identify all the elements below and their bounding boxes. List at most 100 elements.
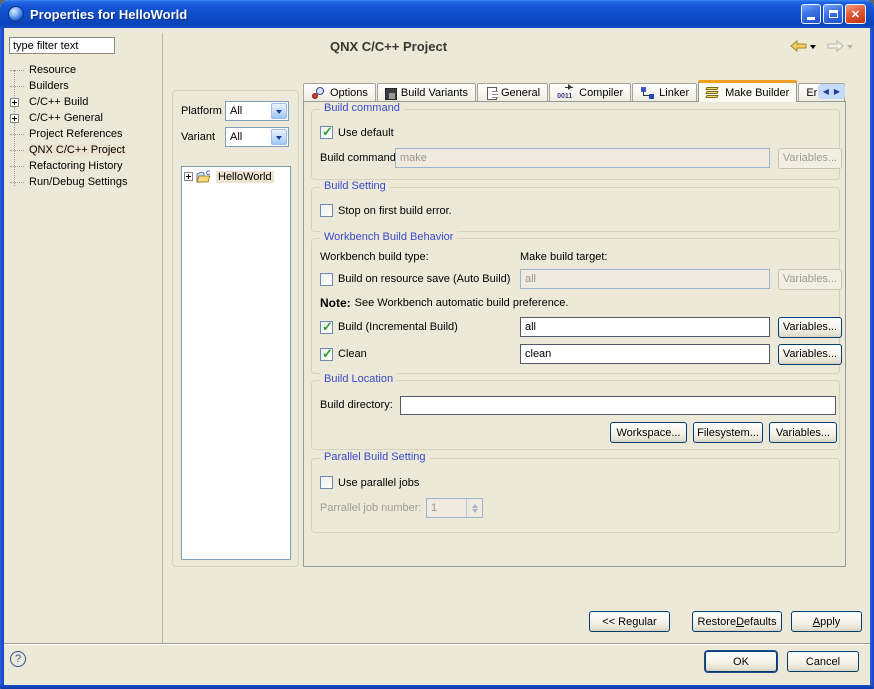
restore-defaults-button[interactable]: Restore Defaults [692, 611, 782, 632]
tab-scroller: ◀ ▶ [818, 84, 845, 99]
apply-button[interactable]: Apply [791, 611, 862, 632]
tab-bar: Options Build Variants General 0011 Comp… [303, 80, 846, 102]
tab-make-builder[interactable]: Make Builder [698, 80, 797, 102]
linker-icon [640, 86, 655, 100]
clean-label: Clean [338, 348, 367, 360]
close-button[interactable]: ✕ [845, 4, 866, 24]
tree-stub [10, 134, 24, 135]
properties-dialog: Properties for HelloWorld ✕ Resource Bui… [0, 0, 874, 689]
variables-button: Variables... [778, 148, 842, 169]
sidebar-item-resource[interactable]: Resource [6, 62, 158, 78]
group-title: Build command [320, 102, 404, 114]
tree-stub [10, 182, 24, 183]
parallel-job-number-label: Parrallel job number: [320, 502, 422, 514]
parallel-job-number-stepper: 1 [426, 498, 483, 518]
tab-options[interactable]: Options [303, 83, 376, 102]
tab-build-variants[interactable]: Build Variants [377, 83, 476, 102]
minimize-icon [807, 17, 815, 20]
window-icon[interactable] [8, 6, 24, 22]
maximize-button[interactable] [823, 4, 843, 24]
parallel-build-setting-group: Parallel Build Setting Use parallel jobs… [311, 458, 840, 533]
expand-icon[interactable] [10, 114, 19, 123]
incremental-build-checkbox[interactable] [320, 321, 333, 334]
document-icon [487, 87, 497, 100]
tree-stub [10, 166, 24, 167]
sidebar-item-ccpp-build[interactable]: C/C++ Build [6, 94, 158, 110]
ok-button[interactable]: OK [705, 651, 777, 672]
make-build-target-label: Make build target: [520, 251, 607, 263]
cancel-button[interactable]: Cancel [787, 651, 859, 672]
project-list: C HelloWorld [181, 166, 291, 560]
compiler-icon: 0011 [557, 86, 575, 100]
tab-compiler[interactable]: 0011 Compiler [549, 83, 631, 102]
expand-icon[interactable] [10, 98, 19, 107]
auto-build-checkbox[interactable] [320, 273, 333, 286]
sidebar-item-qnx-ccpp-project[interactable]: QNX C/C++ Project [6, 142, 158, 158]
regular-toggle-button[interactable]: << Regular [589, 611, 670, 632]
build-directory-input[interactable] [400, 396, 836, 415]
tab-linker[interactable]: Linker [632, 83, 697, 102]
tree-stub [10, 86, 24, 87]
incremental-build-target-input[interactable] [520, 317, 770, 337]
variant-label: Variant [181, 131, 225, 143]
filter-input[interactable] [9, 37, 115, 54]
group-title: Parallel Build Setting [320, 451, 430, 463]
question-icon: ? [15, 653, 21, 665]
variables-button[interactable]: Variables... [778, 317, 842, 338]
build-location-group: Build Location Build directory: Workspac… [311, 380, 840, 450]
spinner-down-icon [472, 509, 478, 516]
close-icon: ✕ [851, 8, 860, 21]
sidebar-item-run-debug-settings[interactable]: Run/Debug Settings [6, 174, 158, 190]
options-icon [311, 86, 326, 100]
sidebar-item-ccpp-general[interactable]: C/C++ General [6, 110, 158, 126]
help-button[interactable]: ? [10, 651, 26, 667]
workspace-button[interactable]: Workspace... [610, 422, 687, 443]
make-builder-icon [706, 86, 721, 100]
tree-stub [10, 70, 24, 71]
maximize-icon [829, 10, 838, 18]
footer-separator-highlight [4, 644, 870, 645]
stop-on-error-checkbox[interactable] [320, 204, 333, 217]
window-border-bottom [0, 685, 874, 689]
build-directory-label: Build directory: [320, 399, 393, 411]
variables-button[interactable]: Variables... [778, 344, 842, 365]
note-label: Note: [320, 296, 351, 310]
platform-label: Platform [181, 105, 225, 117]
clean-checkbox[interactable] [320, 348, 333, 361]
back-icon[interactable] [790, 40, 807, 52]
variables-button: Variables... [778, 269, 842, 290]
tab-general[interactable]: General [477, 83, 548, 102]
scroll-right-icon[interactable]: ▶ [834, 88, 840, 96]
chevron-down-icon[interactable] [271, 103, 287, 119]
make-builder-panel: Build command Use default Build command:… [303, 101, 846, 567]
sidebar-item-builders[interactable]: Builders [6, 78, 158, 94]
platform-select[interactable]: All [225, 101, 289, 121]
back-menu-caret-icon[interactable] [810, 45, 816, 52]
properties-tree: Resource Builders C/C++ Build C/C++ Gene… [6, 62, 158, 190]
filesystem-button[interactable]: Filesystem... [693, 422, 763, 443]
c-project-folder-icon: C [196, 170, 213, 183]
scroll-left-icon[interactable]: ◀ [823, 88, 829, 96]
stop-on-error-label: Stop on first build error. [338, 205, 452, 217]
workbench-build-behavior-group: Workbench Build Behavior Workbench build… [311, 238, 840, 374]
project-name: HelloWorld [216, 171, 274, 183]
minimize-button[interactable] [801, 4, 821, 24]
project-row-helloworld[interactable]: C HelloWorld [184, 170, 288, 183]
use-default-checkbox[interactable] [320, 126, 333, 139]
svg-text:C: C [206, 171, 211, 177]
auto-build-label: Build on resource save (Auto Build) [338, 273, 510, 285]
chip-icon [385, 88, 397, 100]
variables-button[interactable]: Variables... [769, 422, 837, 443]
clean-target-input[interactable] [520, 344, 770, 364]
forward-menu-caret-icon [847, 45, 853, 52]
variant-select[interactable]: All [225, 127, 289, 147]
expand-icon[interactable] [184, 172, 193, 181]
variant-panel: Platform All Variant All C HelloWorld [172, 90, 299, 567]
tree-stub [10, 150, 24, 151]
sidebar-item-refactoring-history[interactable]: Refactoring History [6, 158, 158, 174]
title-bar: Properties for HelloWorld ✕ [0, 0, 874, 28]
sidebar-divider [162, 33, 163, 643]
sidebar-item-project-references[interactable]: Project References [6, 126, 158, 142]
use-parallel-jobs-checkbox[interactable] [320, 476, 333, 489]
chevron-down-icon[interactable] [271, 129, 287, 145]
